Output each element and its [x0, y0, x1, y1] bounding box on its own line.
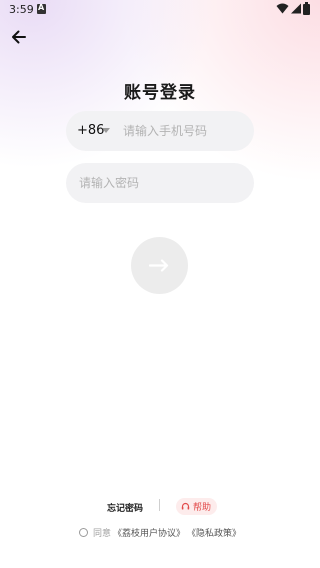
forgot-password-link[interactable]: 忘记密码 [107, 501, 143, 514]
agree-prefix: 同意 [92, 529, 111, 539]
chevron-down-icon[interactable] [102, 128, 110, 133]
notification-a-icon [37, 3, 46, 14]
footer-divider [159, 499, 160, 511]
user-agreement-link[interactable]: 《荔枝用户协议》 [113, 526, 185, 539]
status-time: 3:59 [9, 3, 34, 16]
help-label: 帮助 [193, 503, 212, 513]
phone-input[interactable] [123, 111, 243, 151]
arrow-left-icon [12, 30, 26, 44]
login-submit-button[interactable] [131, 237, 188, 294]
phone-field: +86 [66, 111, 254, 151]
privacy-policy-link[interactable]: 《隐私政策》 [187, 526, 241, 539]
headset-icon [181, 502, 190, 510]
password-field [66, 163, 254, 203]
wifi-icon [276, 3, 289, 14]
agreement-row: 同意 《荔枝用户协议》 《隐私政策》 [0, 526, 320, 539]
status-bar: 3:59 [0, 0, 320, 20]
back-button[interactable] [10, 29, 30, 45]
signal-icon [291, 3, 301, 14]
password-input[interactable] [79, 163, 239, 203]
help-button[interactable]: 帮助 [176, 498, 218, 515]
battery-icon [303, 2, 310, 15]
page-title: 账号登录 [124, 83, 196, 103]
arrow-right-icon [149, 259, 169, 272]
country-code-selector[interactable]: +86 [77, 123, 104, 138]
agree-checkbox[interactable] [78, 528, 88, 537]
